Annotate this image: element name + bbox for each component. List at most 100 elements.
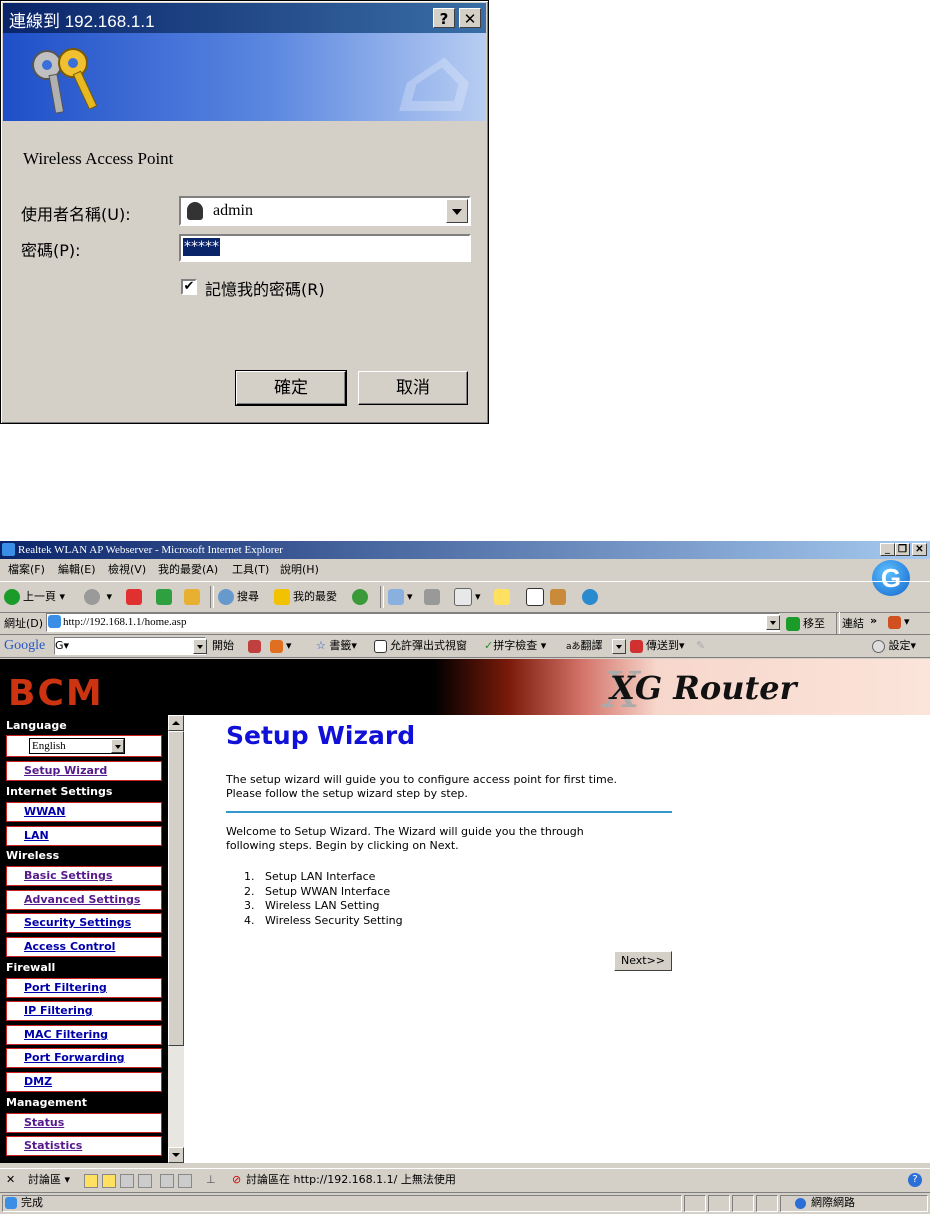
nav-link-dmz[interactable]: DMZ <box>24 1075 52 1088</box>
restore-button[interactable]: ❐ <box>895 543 910 556</box>
discussion-close-icon[interactable]: ✕ <box>6 1169 15 1191</box>
research-button[interactable] <box>550 588 569 606</box>
google-bookmarks-button[interactable]: ☆ 書籤▾ <box>316 635 357 657</box>
next-button[interactable]: Next>> <box>614 951 672 971</box>
nav-port-filtering[interactable]: Port Filtering <box>6 978 162 998</box>
nav-setup-wizard[interactable]: Setup Wizard <box>6 761 162 781</box>
history-button[interactable] <box>352 588 371 606</box>
nav-link-statistics[interactable]: Statistics <box>24 1139 82 1152</box>
nav-link-lan[interactable]: LAN <box>24 829 49 842</box>
chevron-down-icon[interactable] <box>111 739 124 753</box>
discussion-new-icon[interactable] <box>84 1174 98 1188</box>
password-field[interactable]: ***** <box>179 234 471 262</box>
highlight-icon[interactable]: ✎ <box>696 635 705 657</box>
nav-status[interactable]: Status <box>6 1113 162 1133</box>
remember-label[interactable]: 記憶我的密碼(R) <box>205 276 325 300</box>
remember-checkbox[interactable]: ✔ <box>181 279 197 295</box>
nav-link-setup-wizard[interactable]: Setup Wizard <box>24 764 107 777</box>
print-button[interactable] <box>424 588 443 606</box>
nav-ip-filtering[interactable]: IP Filtering <box>6 1001 162 1021</box>
nav-advanced-settings[interactable]: Advanced Settings <box>6 890 162 910</box>
discussion-menu-button[interactable]: 討論區 ▾ <box>28 1169 70 1191</box>
google-search-dropdown-icon[interactable] <box>193 639 207 654</box>
language-select[interactable]: English <box>29 738 125 754</box>
extra-toolbar-button[interactable]: ▾ <box>888 615 910 629</box>
messenger-button[interactable] <box>526 588 547 606</box>
refresh-button[interactable] <box>156 588 175 606</box>
chevron-down-icon[interactable] <box>446 199 468 223</box>
menu-help[interactable]: 說明(H) <box>280 560 319 580</box>
username-combobox[interactable]: admin <box>179 196 471 226</box>
google-logo[interactable]: Google <box>4 635 45 657</box>
forward-button[interactable]: ▾ <box>84 588 112 606</box>
discussion-prev-icon[interactable] <box>160 1174 174 1188</box>
nav-link-status[interactable]: Status <box>24 1116 64 1129</box>
edit-button[interactable]: ▾ <box>454 588 481 606</box>
mail-button[interactable]: ▾ <box>388 588 413 606</box>
translate-button[interactable]: aあ翻譯 <box>566 635 603 658</box>
nav-link-wwan[interactable]: WWAN <box>24 805 66 818</box>
google-news-button[interactable] <box>248 635 264 657</box>
favorites-button[interactable]: 我的最愛 <box>274 588 337 606</box>
address-input[interactable]: http://192.168.1.1/home.asp <box>46 613 780 632</box>
links-button[interactable]: 連結 <box>842 615 864 631</box>
scroll-up-icon[interactable] <box>168 715 184 731</box>
address-dropdown-icon[interactable] <box>766 615 780 630</box>
menu-edit[interactable]: 編輯(E) <box>58 560 96 580</box>
nav-link-port-forwarding[interactable]: Port Forwarding <box>24 1051 125 1064</box>
nav-dmz[interactable]: DMZ <box>6 1072 162 1092</box>
nav-link-advanced-settings[interactable]: Advanced Settings <box>24 893 140 906</box>
scroll-down-icon[interactable] <box>168 1147 184 1163</box>
popup-blocker-button[interactable]: 允許彈出式視窗 <box>374 635 467 657</box>
nav-security-settings[interactable]: Security Settings <box>6 913 162 933</box>
nav-lan[interactable]: LAN <box>6 826 162 846</box>
help-button[interactable]: ? <box>433 8 455 28</box>
dialog-titlebar[interactable]: 連線到 192.168.1.1 ? ✕ <box>3 3 486 33</box>
stop-button[interactable] <box>126 588 145 606</box>
menu-favorites[interactable]: 我的最愛(A) <box>158 560 218 580</box>
discussion-next-icon[interactable] <box>178 1174 192 1188</box>
search-button[interactable]: 搜尋 <box>218 588 259 606</box>
discussion-reply-icon[interactable] <box>102 1174 116 1188</box>
nav-wwan[interactable]: WWAN <box>6 802 162 822</box>
discussion-expand-icon[interactable]: ⊥ <box>206 1169 216 1191</box>
close-button[interactable]: ✕ <box>459 8 481 28</box>
back-button[interactable]: 上一頁 ▾ <box>4 588 65 606</box>
google-options-button[interactable]: ▾ <box>270 635 292 657</box>
nav-scrollbar[interactable] <box>168 715 184 1163</box>
menu-view[interactable]: 檢視(V) <box>108 560 146 580</box>
nav-link-mac-filtering[interactable]: MAC Filtering <box>24 1028 108 1041</box>
google-search-input[interactable]: G▾ <box>54 637 206 655</box>
google-settings-button[interactable]: 設定▾ <box>872 635 916 657</box>
nav-link-security-settings[interactable]: Security Settings <box>24 916 131 929</box>
chevron-right-icon[interactable]: » <box>870 614 877 627</box>
nav-link-ip-filtering[interactable]: IP Filtering <box>24 1004 93 1017</box>
sendto-button[interactable]: 傳送到▾ <box>630 635 685 657</box>
scroll-thumb[interactable] <box>168 731 184 1046</box>
minimize-button[interactable]: _ <box>880 543 895 556</box>
browser-titlebar[interactable]: Realtek WLAN AP Webserver - Microsoft In… <box>0 541 930 559</box>
nav-access-control[interactable]: Access Control <box>6 937 162 957</box>
nav-link-port-filtering[interactable]: Port Filtering <box>24 981 107 994</box>
translate-dropdown-icon[interactable] <box>612 639 626 654</box>
discussion-delete-icon[interactable] <box>138 1174 152 1188</box>
ok-button[interactable]: 確定 <box>235 370 347 406</box>
spellcheck-button[interactable]: ✓拼字檢查 ▾ <box>484 635 546 657</box>
nav-mac-filtering[interactable]: MAC Filtering <box>6 1025 162 1045</box>
google-start-button[interactable]: 開始 <box>212 635 234 657</box>
nav-link-basic-settings[interactable]: Basic Settings <box>24 869 112 882</box>
help-icon[interactable]: ? <box>908 1173 922 1187</box>
nav-statistics[interactable]: Statistics <box>6 1136 162 1156</box>
window-close-button[interactable]: ✕ <box>912 543 927 556</box>
menu-tools[interactable]: 工具(T) <box>232 560 269 580</box>
discussion-edit-icon[interactable] <box>120 1174 134 1188</box>
msn-button[interactable] <box>582 588 601 606</box>
cancel-button[interactable]: 取消 <box>358 371 468 405</box>
nav-link-access-control[interactable]: Access Control <box>24 940 115 953</box>
go-button[interactable]: 移至 <box>786 615 825 631</box>
menu-file[interactable]: 檔案(F) <box>8 560 45 580</box>
notes-button[interactable] <box>494 588 513 606</box>
nav-basic-settings[interactable]: Basic Settings <box>6 866 162 886</box>
home-button[interactable] <box>184 588 203 606</box>
nav-port-forwarding[interactable]: Port Forwarding <box>6 1048 162 1068</box>
